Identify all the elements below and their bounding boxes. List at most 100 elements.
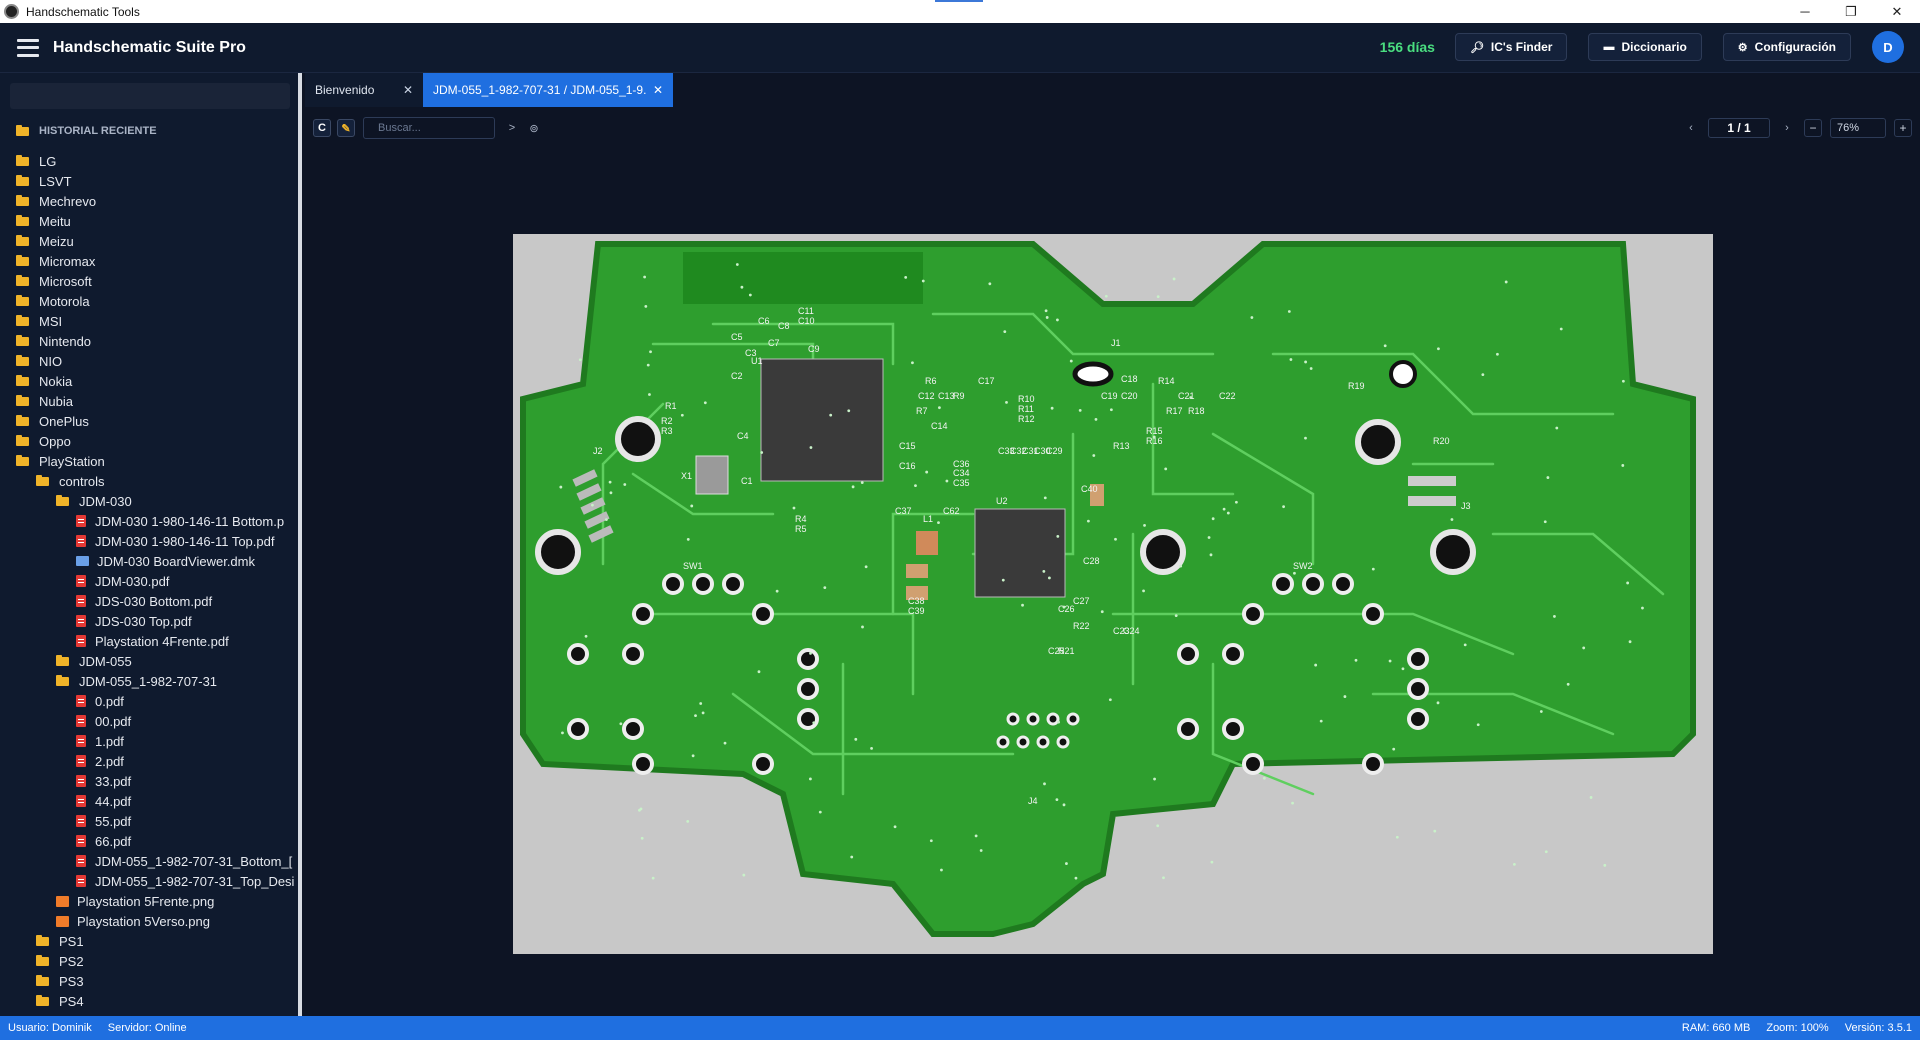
tab-bienvenido[interactable]: Bienvenido ✕	[305, 73, 423, 107]
sidebar-scrollbar[interactable]	[298, 73, 302, 1016]
tree-folder[interactable]: JDM-030	[0, 491, 298, 511]
pcb-via	[1626, 581, 1630, 585]
tree-file[interactable]: JDM-030 1-980-146-11 Bottom.p	[0, 511, 298, 531]
tree-folder[interactable]: Mechrevo	[0, 191, 298, 211]
tree-file[interactable]: JDM-030 BoardViewer.dmk	[0, 551, 298, 571]
tree-folder[interactable]: LG	[0, 151, 298, 171]
tree-folder[interactable]: PlayStation	[0, 451, 298, 471]
pcb-via	[1388, 659, 1392, 663]
tree-folder[interactable]: Nubia	[0, 391, 298, 411]
tree-folder[interactable]: PS2	[0, 951, 298, 971]
tree-file[interactable]: 2.pdf	[0, 751, 298, 771]
tree-file[interactable]: 0.pdf	[0, 691, 298, 711]
sidebar-search-input[interactable]	[10, 83, 290, 109]
tree-file[interactable]: 33.pdf	[0, 771, 298, 791]
pcb-via	[1094, 417, 1098, 421]
restore-icon[interactable]: ❐	[1828, 0, 1874, 23]
pcb-via	[1153, 777, 1156, 781]
tree-file[interactable]: JDM-030.pdf	[0, 571, 298, 591]
pcb-via	[818, 810, 822, 814]
document-search-input[interactable]	[363, 117, 495, 139]
tree-file[interactable]: JDS-030 Bottom.pdf	[0, 591, 298, 611]
search-go-button[interactable]: >	[503, 119, 521, 137]
status-ram: RAM: 660 MB	[1681, 1022, 1751, 1034]
tree-file[interactable]: Playstation 4Frente.pdf	[0, 631, 298, 651]
tree-folder[interactable]: Meitu	[0, 211, 298, 231]
zoom-level-field[interactable]: 76%	[1830, 118, 1886, 138]
tree-folder[interactable]: Microsoft	[0, 271, 298, 291]
c-button[interactable]: C	[313, 119, 331, 137]
tree-folder[interactable]: OnePlus	[0, 411, 298, 431]
pcb-via	[703, 401, 707, 405]
next-page-button[interactable]: ›	[1778, 119, 1796, 137]
ic-finder-button[interactable]: 🔎︎ IC's Finder	[1454, 33, 1568, 61]
document-viewer[interactable]: C11 C10 C6 C8 C5 C7 C9 C3 U1 C2 R6 C12 C13 R9 C17 R10 R1…	[305, 151, 1920, 1016]
close-icon[interactable]: ✕	[403, 83, 413, 97]
tree-file[interactable]: 00.pdf	[0, 711, 298, 731]
tree-folder[interactable]: PS4	[0, 991, 298, 1011]
pcb-component-label: R19	[1348, 381, 1365, 391]
pencil-icon[interactable]: ✎	[337, 119, 355, 137]
minimize-icon[interactable]: ─	[1782, 0, 1828, 23]
hamburger-menu-icon[interactable]	[17, 38, 39, 57]
close-icon[interactable]: ✕	[653, 83, 663, 97]
zoom-out-button[interactable]: −	[1804, 119, 1822, 137]
pcb-via	[1287, 310, 1291, 313]
dictionary-button[interactable]: ▬ Diccionario	[1588, 33, 1702, 61]
settings-button[interactable]: ⚙ Configuración	[1722, 33, 1851, 61]
pcb-pad	[1407, 708, 1429, 730]
pcb-via	[1304, 360, 1308, 364]
status-bar: Usuario: Dominik Servidor: Online RAM: 6…	[0, 1016, 1920, 1040]
pcb-via	[1069, 359, 1073, 363]
tree-folder[interactable]: PS3	[0, 971, 298, 991]
tree-folder[interactable]: JDM-055_1-982-707-31	[0, 671, 298, 691]
tree-folder[interactable]: Meizu	[0, 231, 298, 251]
tree-file[interactable]: JDM-055_1-982-707-31_Bottom_[	[0, 851, 298, 871]
tree-file[interactable]: Playstation 5Frente.png	[0, 891, 298, 911]
recent-history-header[interactable]: HISTORIAL RECIENTE	[0, 117, 298, 145]
tree-folder[interactable]: Micromax	[0, 251, 298, 271]
tree-folder[interactable]: NIO	[0, 351, 298, 371]
tree-file[interactable]: JDM-030 1-980-146-11 Top.pdf	[0, 531, 298, 551]
tree-file[interactable]: 55.pdf	[0, 811, 298, 831]
avatar[interactable]: D	[1872, 31, 1904, 63]
tree-folder[interactable]: MSI	[0, 311, 298, 331]
tree-item-label: Motorola	[39, 293, 90, 309]
pdf-file-icon	[76, 695, 86, 707]
tree-folder[interactable]: Nintendo	[0, 331, 298, 351]
pcb-pad	[797, 678, 819, 700]
ic-finder-label: IC's Finder	[1490, 40, 1553, 54]
tree-folder[interactable]: Oppo	[0, 431, 298, 451]
tree-folder[interactable]: Nokia	[0, 371, 298, 391]
pcb-crystal	[695, 455, 729, 495]
tree-file[interactable]: JDM-055_1-982-707-31_Top_Desi	[0, 871, 298, 891]
tab-jdm-055[interactable]: JDM-055_1-982-707-31 / JDM-055_1-9... ✕	[423, 73, 673, 107]
close-window-icon[interactable]: ✕	[1874, 0, 1920, 23]
pcb-via	[775, 589, 779, 593]
main-area: Bienvenido ✕ JDM-055_1-982-707-31 / JDM-…	[305, 73, 1920, 1016]
pcb-pad	[622, 643, 644, 665]
tree-folder[interactable]: controls	[0, 471, 298, 491]
prev-page-button[interactable]: ‹	[1682, 119, 1700, 137]
app-logo-icon	[4, 4, 19, 19]
tree-file[interactable]: 66.pdf	[0, 831, 298, 851]
pcb-component-label: R14	[1158, 376, 1175, 386]
tree-file[interactable]: 1.pdf	[0, 731, 298, 751]
tree-file[interactable]: Playstation 5Verso.png	[0, 911, 298, 931]
target-icon[interactable]: ⊚	[525, 119, 543, 137]
tree-file[interactable]: 44.pdf	[0, 791, 298, 811]
zoom-in-button[interactable]: +	[1894, 119, 1912, 137]
tree-item-label: MSI	[39, 313, 63, 329]
pdf-file-icon	[76, 875, 86, 887]
tree-folder[interactable]: JDM-055	[0, 651, 298, 671]
tree-folder[interactable]: LSVT	[0, 171, 298, 191]
pcb-via	[584, 634, 588, 638]
pcb-via	[1395, 835, 1399, 839]
pcb-via	[911, 361, 914, 365]
tree-folder[interactable]: PS1	[0, 931, 298, 951]
tree-folder[interactable]: Motorola	[0, 291, 298, 311]
tree-file[interactable]: JDS-030 Top.pdf	[0, 611, 298, 631]
tree-item-label: JDM-055_1-982-707-31_Bottom_[	[95, 853, 293, 869]
pcb-via	[979, 849, 983, 852]
tree-item-label: NIO	[39, 353, 63, 369]
